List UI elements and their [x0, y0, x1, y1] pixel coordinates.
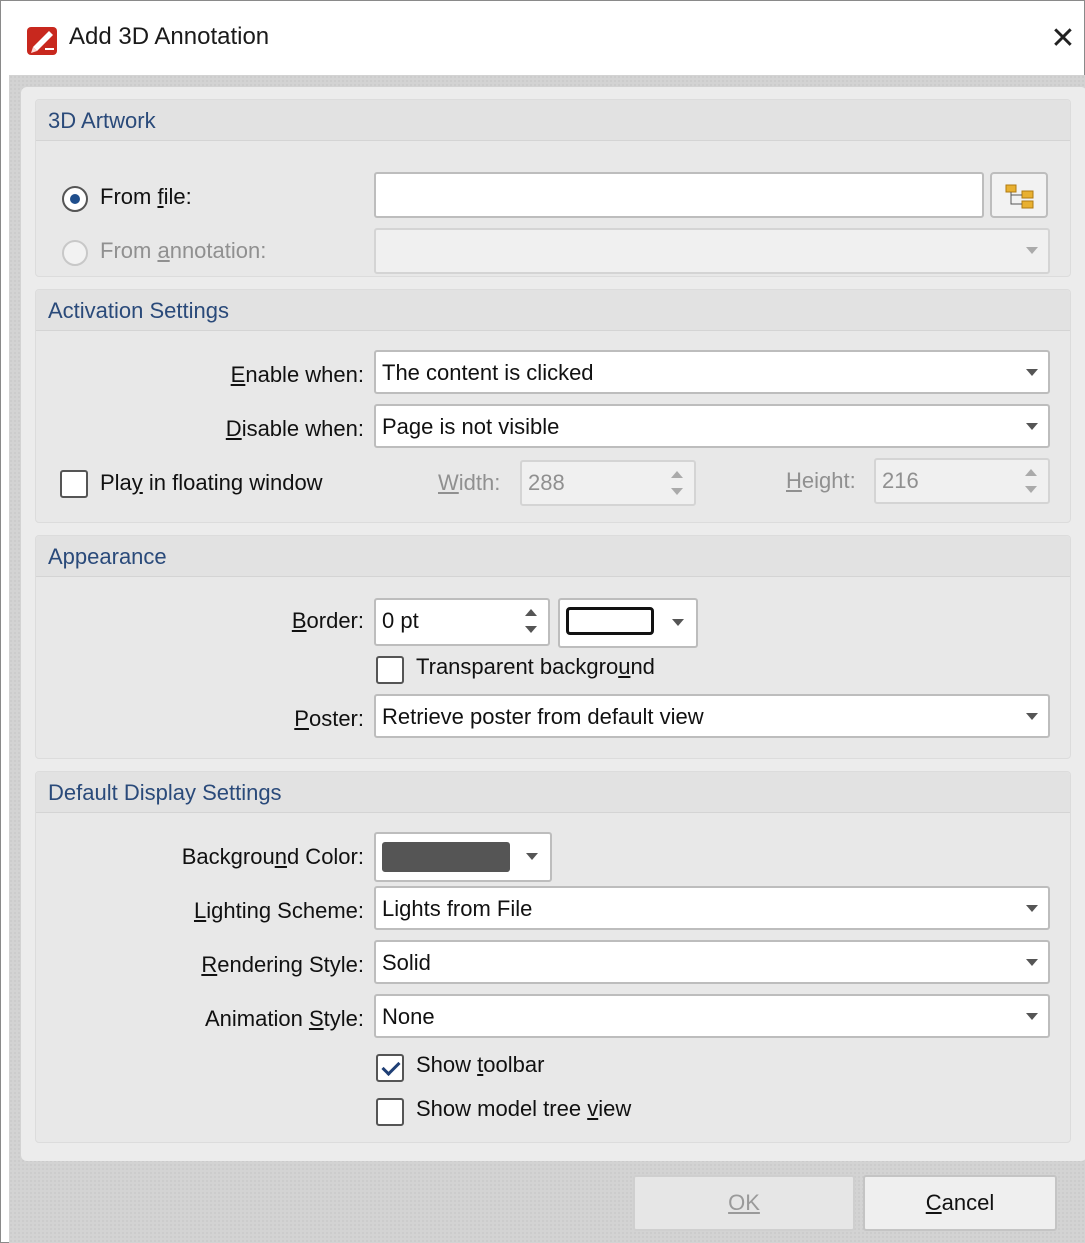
spin-arrows-icon: [524, 609, 538, 633]
activation-group-header: Activation Settings: [36, 290, 1070, 331]
chevron-down-icon: [672, 619, 684, 626]
enable-when-select[interactable]: The content is clicked: [374, 350, 1050, 394]
artwork-group-title: 3D Artwork: [48, 108, 156, 133]
from-annotation-select[interactable]: [374, 228, 1050, 274]
lighting-scheme-select[interactable]: Lights from File: [374, 886, 1050, 930]
background-color-picker[interactable]: [374, 832, 552, 882]
height-spinbox[interactable]: 216: [874, 458, 1050, 504]
display-group-title: Default Display Settings: [48, 780, 282, 805]
add-3d-annotation-dialog: Add 3D Annotation ✕ 3D Artwork From file…: [0, 0, 1085, 1243]
spin-arrows-icon: [1024, 469, 1038, 493]
activation-group-title: Activation Settings: [48, 298, 229, 323]
settings-panel: 3D Artwork From file: From annotation: A…: [21, 87, 1085, 1161]
background-color-swatch: [382, 842, 510, 872]
from-file-path-input[interactable]: [374, 172, 984, 218]
background-color-label: Background Color:: [181, 844, 364, 869]
animation-style-label: Animation Style:: [205, 1006, 364, 1031]
animation-style-value: None: [382, 1004, 435, 1029]
cancel-button-label: Cancel: [925, 1190, 995, 1215]
dialog-body: 3D Artwork From file: From annotation: A…: [9, 75, 1085, 1243]
height-label: Height:: [786, 468, 856, 493]
folder-tree-icon: [1005, 184, 1034, 209]
width-label: Width:: [438, 470, 501, 495]
height-value: 216: [882, 468, 919, 493]
poster-value: Retrieve poster from default view: [382, 704, 704, 729]
display-group: Default Display Settings Background Colo…: [35, 771, 1071, 1143]
spin-arrows-icon: [670, 471, 684, 495]
appearance-group-title: Appearance: [48, 544, 167, 569]
disable-when-value: Page is not visible: [382, 414, 560, 439]
show-toolbar-label: Show toolbar: [416, 1052, 545, 1077]
rendering-style-label: Rendering Style:: [201, 952, 364, 977]
disable-when-select[interactable]: Page is not visible: [374, 404, 1050, 448]
from-annotation-label: From annotation:: [100, 238, 267, 263]
floating-window-checkbox[interactable]: [60, 470, 88, 498]
chevron-down-icon: [1026, 713, 1038, 720]
from-file-radio[interactable]: [62, 186, 88, 212]
rendering-style-value: Solid: [382, 950, 431, 975]
show-toolbar-checkbox[interactable]: [376, 1054, 404, 1082]
border-color-swatch: [566, 607, 654, 635]
chevron-down-icon: [1026, 423, 1038, 430]
appearance-group: Appearance Border: 0 pt Transparent back…: [35, 535, 1071, 759]
poster-select[interactable]: Retrieve poster from default view: [374, 694, 1050, 738]
transparent-background-label: Transparent background: [416, 654, 655, 679]
show-model-tree-checkbox[interactable]: [376, 1098, 404, 1126]
chevron-down-icon: [526, 853, 538, 860]
title-bar: Add 3D Annotation ✕: [1, 1, 1084, 75]
border-width-value: 0 pt: [382, 608, 419, 633]
disable-when-label: Disable when:: [225, 416, 364, 441]
chevron-down-icon: [1026, 905, 1038, 912]
browse-file-button[interactable]: [990, 172, 1048, 218]
chevron-down-icon: [1026, 247, 1038, 254]
width-spinbox[interactable]: 288: [520, 460, 696, 506]
appearance-group-header: Appearance: [36, 536, 1070, 577]
close-button[interactable]: ✕: [1041, 17, 1085, 61]
show-model-tree-label: Show model tree view: [416, 1096, 632, 1121]
width-value: 288: [528, 470, 565, 495]
artwork-group: 3D Artwork From file: From annotation:: [35, 99, 1071, 277]
floating-window-label: Play in floating window: [100, 470, 323, 495]
close-icon: ✕: [1050, 22, 1076, 55]
from-annotation-radio[interactable]: [62, 240, 88, 266]
transparent-background-checkbox[interactable]: [376, 656, 404, 684]
display-group-header: Default Display Settings: [36, 772, 1070, 813]
ok-button[interactable]: OK: [633, 1175, 855, 1231]
animation-style-select[interactable]: None: [374, 994, 1050, 1038]
enable-when-value: The content is clicked: [382, 360, 594, 385]
lighting-scheme-label: Lighting Scheme:: [193, 898, 364, 923]
artwork-group-header: 3D Artwork: [36, 100, 1070, 141]
activation-group: Activation Settings Enable when: The con…: [35, 289, 1071, 523]
from-file-label: From file:: [100, 184, 192, 209]
dialog-title: Add 3D Annotation: [69, 23, 270, 50]
cancel-button[interactable]: Cancel: [863, 1175, 1057, 1231]
border-width-spinbox[interactable]: 0 pt: [374, 598, 550, 646]
chevron-down-icon: [1026, 959, 1038, 966]
border-color-picker[interactable]: [558, 598, 698, 648]
pdf-editor-app-icon: [27, 27, 57, 55]
chevron-down-icon: [1026, 369, 1038, 376]
lighting-scheme-value: Lights from File: [382, 896, 533, 921]
border-label: Border:: [291, 608, 364, 633]
poster-label: Poster:: [294, 706, 364, 731]
rendering-style-select[interactable]: Solid: [374, 940, 1050, 984]
ok-button-label: OK: [728, 1190, 760, 1215]
chevron-down-icon: [1026, 1013, 1038, 1020]
enable-when-label: Enable when:: [230, 362, 364, 387]
